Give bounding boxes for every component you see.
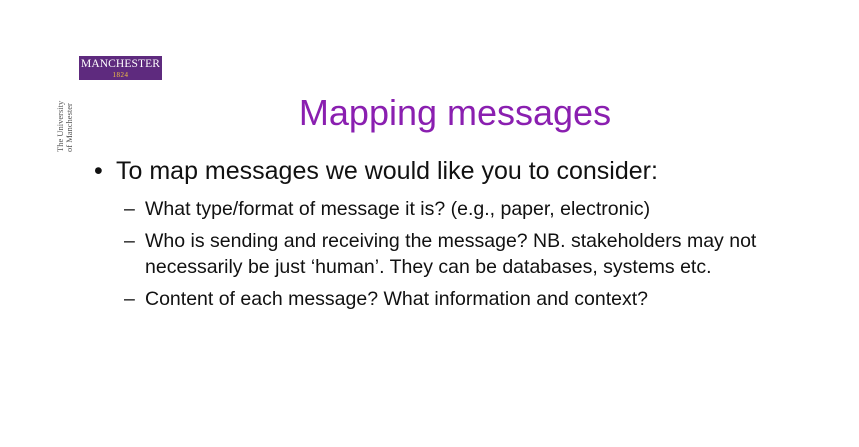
university-logo: MANCHESTER 1824 [79, 56, 162, 80]
sub-bullet-item: – Content of each message? What informat… [124, 286, 814, 312]
main-bullet-text: To map messages we would like you to con… [116, 157, 658, 185]
logo-year: 1824 [112, 70, 129, 79]
bullet-dot-icon: • [94, 157, 103, 185]
dash-icon: – [124, 198, 135, 220]
dash-icon: – [124, 288, 135, 310]
dash-icon: – [124, 230, 135, 252]
main-bullet: • To map messages we would like you to co… [94, 157, 658, 186]
logo-name: MANCHESTER [81, 58, 160, 70]
sub-bullet-list: – What type/format of message it is? (e.… [124, 196, 814, 318]
sub-bullet-item: – What type/format of message it is? (e.… [124, 196, 814, 222]
sub-bullet-text: Who is sending and receiving the message… [145, 230, 757, 278]
slide: MANCHESTER 1824 The University of Manche… [0, 0, 859, 447]
sub-bullet-item: – Who is sending and receiving the messa… [124, 228, 814, 280]
sub-bullet-text: What type/format of message it is? (e.g.… [145, 198, 651, 220]
slide-title: Mapping messages [298, 92, 612, 133]
sub-bullet-text: Content of each message? What informatio… [145, 288, 648, 310]
